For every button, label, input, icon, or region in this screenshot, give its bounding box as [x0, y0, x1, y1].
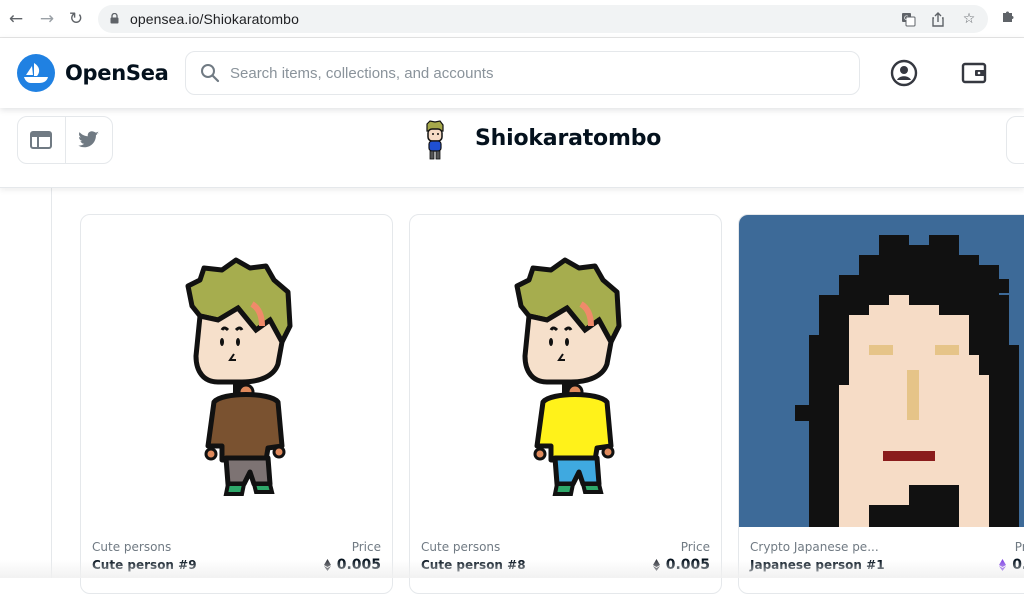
back-icon[interactable]: ← [6, 9, 26, 29]
card-price-value: 0.0 [1012, 557, 1024, 573]
card-price: 0.005 [323, 557, 381, 573]
address-bar[interactable]: opensea.io/Shiokaratombo G ☆ [98, 5, 988, 33]
eth-icon [652, 559, 660, 571]
eth-icon [999, 559, 1007, 571]
search-icon [201, 64, 220, 83]
svg-text:G: G [904, 15, 909, 22]
nft-card[interactable]: Crypto Japanese pe... Japanese person #1… [738, 214, 1024, 594]
lock-icon [110, 13, 119, 24]
star-icon[interactable]: ☆ [961, 11, 977, 27]
browser-toolbar: ← → ↻ opensea.io/Shiokaratombo G ☆ [0, 0, 1024, 38]
card-item-name[interactable]: Cute person #9 [92, 558, 197, 572]
website-link[interactable] [18, 117, 65, 163]
card-item-name[interactable]: Japanese person #1 [750, 558, 885, 572]
card-price-value: 0.005 [336, 557, 381, 573]
nft-card[interactable]: Cute persons Cute person #8 Price 0.005 [409, 214, 722, 594]
twitter-icon [78, 131, 99, 148]
url-text: opensea.io/Shiokaratombo [130, 11, 299, 27]
translate-icon[interactable]: G [900, 11, 916, 27]
collection-title: Shiokaratombo [475, 126, 662, 151]
nft-card[interactable]: Cute persons Cute person #9 Price 0.005 [80, 214, 393, 594]
card-price: 0.005 [652, 557, 710, 573]
brand-name[interactable]: OpenSea [65, 61, 169, 85]
account-icon[interactable] [890, 59, 918, 87]
nft-image [739, 215, 1024, 527]
search-input[interactable] [230, 62, 830, 84]
card-price: 0.0 [999, 557, 1024, 573]
puzzle-icon[interactable] [1000, 9, 1018, 27]
twitter-link[interactable] [64, 117, 112, 163]
website-icon [30, 131, 53, 149]
card-price-label: Price [680, 540, 710, 554]
opensea-logo-icon[interactable] [17, 54, 55, 92]
forward-icon[interactable]: → [37, 9, 57, 29]
collection-links [17, 116, 113, 164]
share-icon[interactable] [930, 11, 946, 27]
site-header: OpenSea [0, 38, 1024, 108]
reload-icon[interactable]: ↻ [66, 9, 86, 29]
card-price-value: 0.005 [665, 557, 710, 573]
nft-image [410, 215, 721, 527]
items-grid: Cute persons Cute person #9 Price 0.005 [0, 188, 1024, 594]
eth-icon [323, 559, 331, 571]
sidebar-divider [51, 188, 52, 578]
collection-avatar [426, 120, 444, 160]
search-box[interactable] [185, 51, 860, 95]
card-price-label: Pri [1014, 540, 1024, 554]
more-actions-button[interactable]: ⋮ [1006, 116, 1024, 164]
collection-header: Shiokaratombo ⋮ [0, 108, 1024, 188]
wallet-icon[interactable] [960, 59, 988, 87]
card-collection-name[interactable]: Cute persons [421, 540, 500, 554]
card-price-label: Price [351, 540, 381, 554]
nft-image [81, 215, 392, 527]
card-collection-name[interactable]: Cute persons [92, 540, 171, 554]
card-collection-name[interactable]: Crypto Japanese pe... [750, 540, 879, 554]
card-item-name[interactable]: Cute person #8 [421, 558, 526, 572]
more-icon: ⋮ [1019, 132, 1024, 148]
